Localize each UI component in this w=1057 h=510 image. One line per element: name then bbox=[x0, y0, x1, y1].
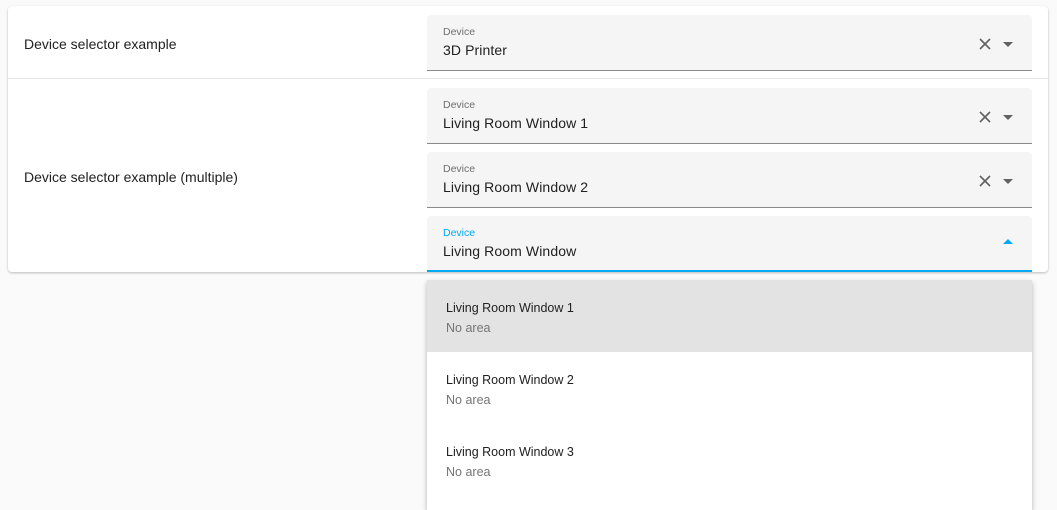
field-value: Living Room Window 2 bbox=[443, 179, 589, 195]
row-device-selector: Device selector example Device 3D Printe… bbox=[8, 6, 1048, 79]
arrow-drop-up-icon[interactable] bbox=[1001, 237, 1015, 247]
close-icon[interactable] bbox=[978, 110, 992, 124]
option-name: Living Room Window 2 bbox=[446, 373, 574, 387]
row-device-selector-multiple: Device selector example (multiple) Devic… bbox=[8, 79, 1048, 272]
option-area: No area bbox=[446, 393, 491, 407]
option-area: No area bbox=[446, 321, 491, 335]
option-name: Living Room Window 1 bbox=[446, 301, 574, 315]
device-field[interactable]: Device Living Room Window 1 bbox=[427, 88, 1032, 144]
field-label: Device bbox=[443, 163, 476, 175]
field-value: 3D Printer bbox=[443, 42, 508, 58]
option-name: Living Room Window 3 bbox=[446, 445, 574, 459]
option-area: No area bbox=[446, 465, 491, 479]
list-item[interactable]: Living Room Window 2 No area bbox=[427, 352, 1032, 424]
arrow-drop-down-icon[interactable] bbox=[1001, 112, 1015, 122]
field-label: Device bbox=[443, 227, 476, 239]
arrow-drop-down-icon[interactable] bbox=[1001, 176, 1015, 186]
row-label: Device selector example (multiple) bbox=[24, 169, 238, 185]
list-item[interactable]: Living Room Window 1 No area bbox=[427, 280, 1032, 352]
close-icon[interactable] bbox=[978, 174, 992, 188]
device-dropdown-list: Living Room Window 1 No area Living Room… bbox=[427, 280, 1032, 510]
device-field[interactable]: Device 3D Printer bbox=[427, 15, 1032, 71]
field-label: Device bbox=[443, 99, 476, 111]
selector-card: Device selector example Device 3D Printe… bbox=[8, 6, 1048, 272]
list-item[interactable]: Living Room Window 3 No area bbox=[427, 424, 1032, 496]
close-icon[interactable] bbox=[978, 37, 992, 51]
device-field[interactable]: Device Living Room Window 2 bbox=[427, 152, 1032, 208]
field-value: Living Room Window 1 bbox=[443, 115, 589, 131]
arrow-drop-down-icon[interactable] bbox=[1001, 39, 1015, 49]
device-search-input[interactable]: Device Living Room Window bbox=[427, 216, 1032, 272]
row-label: Device selector example bbox=[24, 36, 177, 52]
field-value[interactable]: Living Room Window bbox=[443, 243, 576, 259]
field-label: Device bbox=[443, 26, 476, 38]
